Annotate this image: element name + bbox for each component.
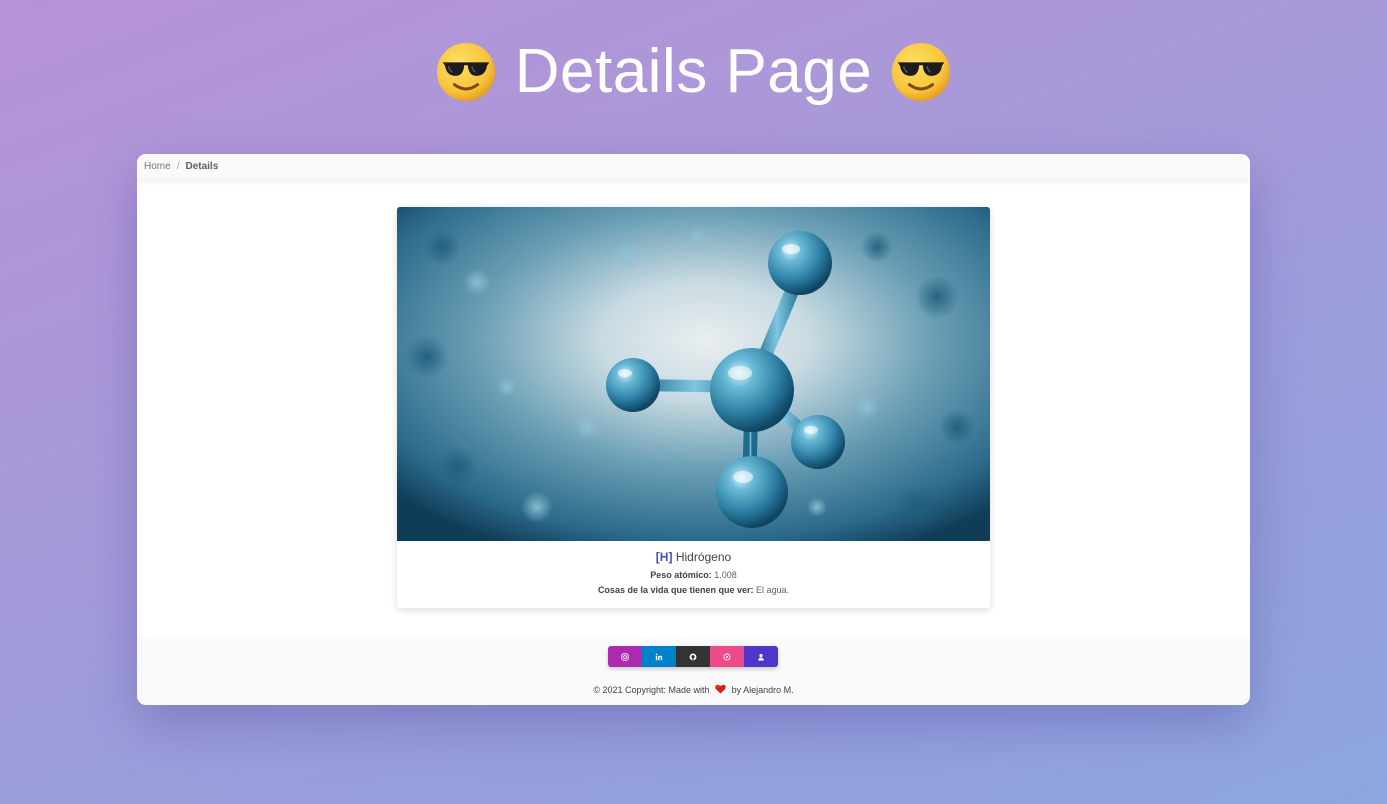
- github-button[interactable]: [676, 646, 710, 667]
- copyright: © 2021 Copyright: Made with by Alejandro…: [137, 684, 1250, 695]
- made-with-text: Made with: [668, 685, 710, 695]
- sunglasses-emoji-icon: [435, 41, 497, 103]
- github-icon: [689, 653, 697, 660]
- atomic-weight-label: Peso atómico:: [650, 570, 712, 580]
- instagram-button[interactable]: [608, 646, 642, 667]
- element-title: [H] Hidrógeno: [397, 550, 990, 564]
- page-title: Details Page: [0, 36, 1387, 107]
- element-name: Hidrógeno: [675, 550, 732, 564]
- dribbble-icon: [723, 653, 731, 660]
- element-symbol: [H]: [655, 550, 673, 564]
- life-things-label: Cosas de la vida que tienen que ver:: [597, 585, 754, 595]
- element-detail-card: [H] Hidrógeno Peso atómico: 1.008 Cosas …: [397, 207, 990, 608]
- life-things-line: Cosas de la vida que tienen que ver: El …: [397, 585, 990, 595]
- linkedin-icon: [655, 653, 663, 660]
- main-card: Home / Details [H] Hidrógeno Peso atómic…: [137, 154, 1250, 705]
- copyright-prefix: © 2021 Copyright:: [593, 685, 667, 695]
- heart-icon: [715, 684, 726, 694]
- footer: © 2021 Copyright: Made with by Alejandro…: [137, 637, 1250, 705]
- breadcrumb-separator: /: [176, 161, 180, 172]
- breadcrumb-home-link[interactable]: Home: [144, 161, 171, 172]
- life-things-value: El agua.: [756, 585, 790, 595]
- social-buttons: [608, 646, 778, 667]
- molecule-image: [397, 207, 990, 541]
- atomic-weight-line: Peso atómico: 1.008: [397, 570, 990, 580]
- page-title-text: Details Page: [514, 37, 873, 106]
- atomic-weight-value: 1.008: [714, 570, 737, 580]
- sunglasses-emoji-icon: [890, 41, 952, 103]
- breadcrumb: Home / Details: [137, 154, 1250, 179]
- author-text: by Alejandro M.: [731, 685, 794, 695]
- breadcrumb-current: Details: [185, 161, 219, 172]
- user-icon: [758, 653, 764, 661]
- instagram-icon: [621, 652, 629, 661]
- linkedin-button[interactable]: [642, 646, 676, 667]
- dribbble-button[interactable]: [710, 646, 744, 667]
- profile-button[interactable]: [744, 646, 778, 667]
